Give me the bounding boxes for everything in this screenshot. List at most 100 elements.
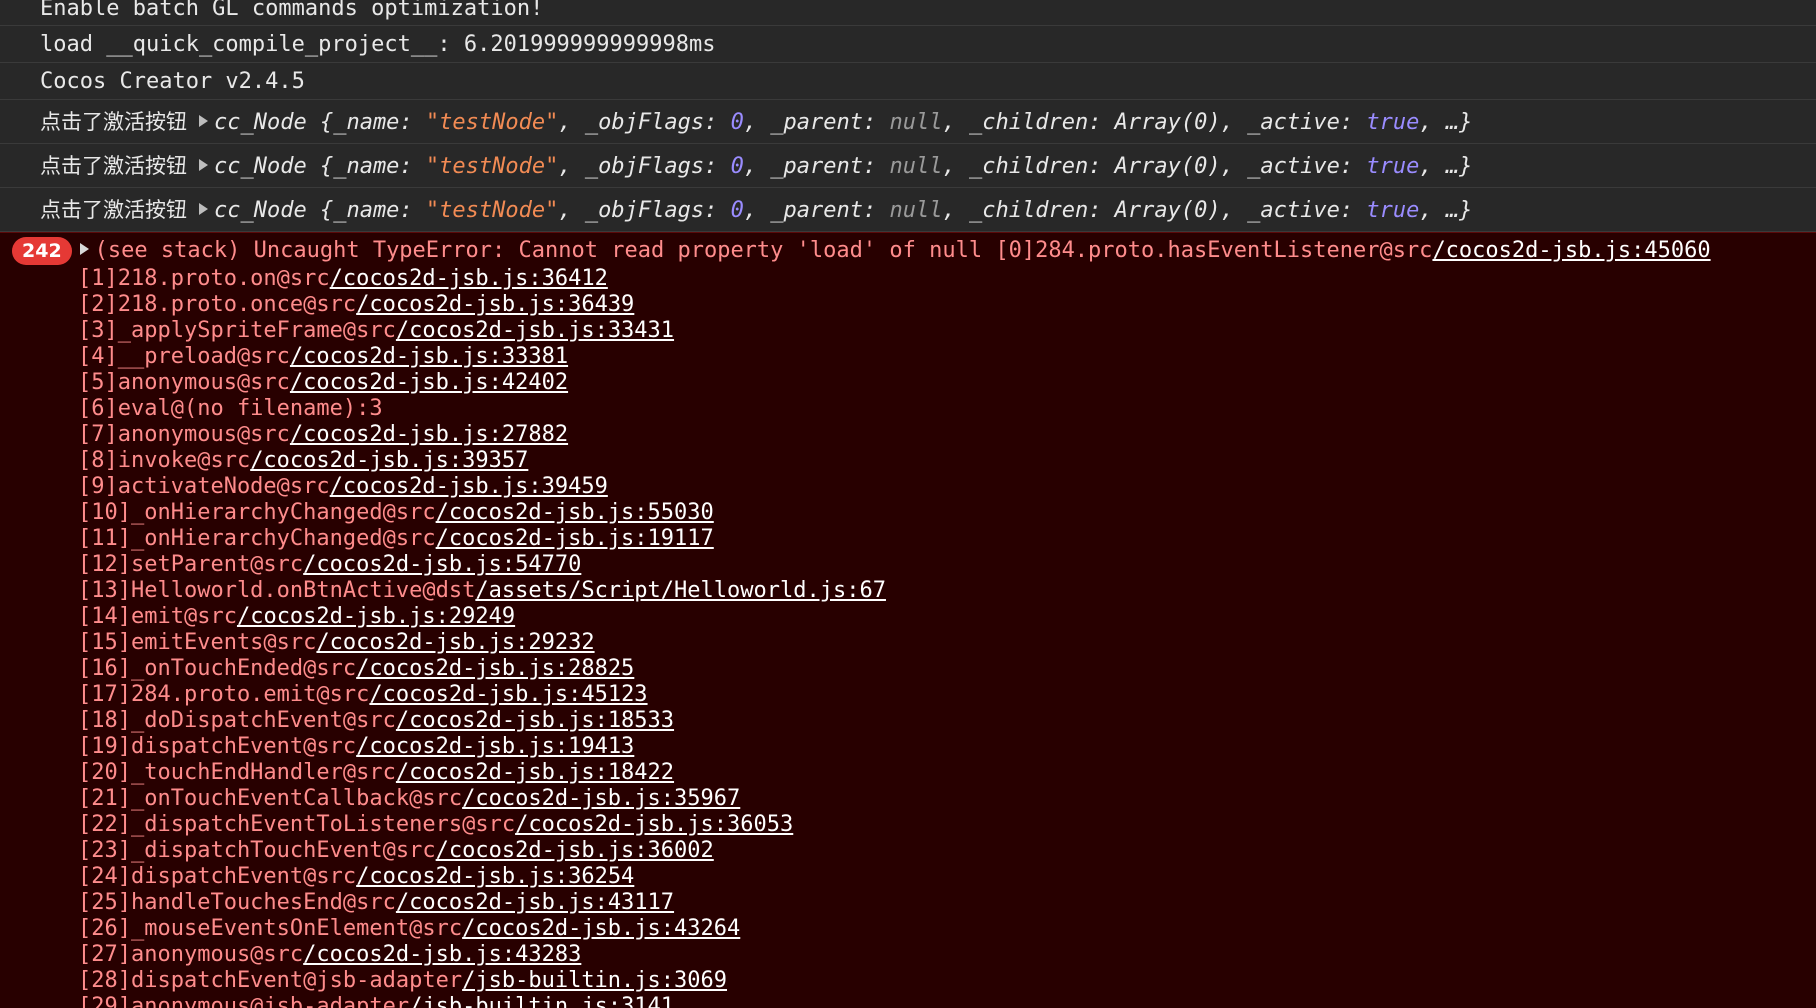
frame-function: [1]218.proto.on@src <box>78 266 330 291</box>
frame-function: [23]_dispatchTouchEvent@src <box>78 838 436 863</box>
expand-triangle-icon[interactable] <box>199 159 208 171</box>
frame-function: [20]_touchEndHandler@src <box>78 760 396 785</box>
console-log-list: Enable batch GL commands optimization! l… <box>0 0 1816 232</box>
source-link[interactable]: /cocos2d-jsb.js:55030 <box>436 500 714 525</box>
console-error-entry[interactable]: 242 (see stack) Uncaught TypeError: Canno… <box>0 232 1816 1008</box>
source-link[interactable]: /cocos2d-jsb.js:39357 <box>250 448 528 473</box>
stack-frame: [24]dispatchEvent@src/cocos2d-jsb.js:362… <box>78 864 1816 890</box>
source-link[interactable]: /cocos2d-jsb.js:36053 <box>515 812 793 837</box>
frame-function: [17]284.proto.emit@src <box>78 682 370 707</box>
stack-frame: [21]_onTouchEventCallback@src/cocos2d-js… <box>78 786 1816 812</box>
source-link[interactable]: /cocos2d-jsb.js:19117 <box>436 526 714 551</box>
source-link[interactable]: /cocos2d-jsb.js:36439 <box>356 292 634 317</box>
frame-function: [9]activateNode@src <box>78 474 330 499</box>
console-log-row-object[interactable]: 点击了激活按钮 cc_Node {_name: "testNode", _objF… <box>0 144 1816 188</box>
stack-frame: [18]_doDispatchEvent@src/cocos2d-jsb.js:… <box>78 708 1816 734</box>
source-link[interactable]: /cocos2d-jsb.js:29232 <box>316 630 594 655</box>
console-log-row[interactable]: load __quick_compile_project__: 6.201999… <box>0 26 1816 63</box>
source-link[interactable]: /jsb-builtin.js:3069 <box>462 968 727 993</box>
source-link[interactable]: /cocos2d-jsb.js:19413 <box>356 734 634 759</box>
frame-function: [6]eval@(no filename):3 <box>78 396 383 421</box>
stack-frame: [4]__preload@src/cocos2d-jsb.js:33381 <box>78 344 1816 370</box>
object-preview[interactable]: cc_Node {_name: "testNode", _objFlags: 0… <box>214 110 1472 135</box>
source-link[interactable]: /cocos2d-jsb.js:39459 <box>330 474 608 499</box>
devtools-console: Enable batch GL commands optimization! l… <box>0 0 1816 1008</box>
frame-function: [21]_onTouchEventCallback@src <box>78 786 463 811</box>
source-link[interactable]: /cocos2d-jsb.js:18422 <box>396 760 674 785</box>
source-link[interactable]: /cocos2d-jsb.js:33381 <box>290 344 568 369</box>
stack-frame: [15]emitEvents@src/cocos2d-jsb.js:29232 <box>78 630 1816 656</box>
source-link[interactable]: /cocos2d-jsb.js:28825 <box>356 656 634 681</box>
frame-function: [5]anonymous@src <box>78 370 290 395</box>
stack-frame: [6]eval@(no filename):3 <box>78 396 1816 422</box>
log-prefix: 点击了激活按钮 <box>40 110 187 134</box>
stack-frame: [1]218.proto.on@src/cocos2d-jsb.js:36412 <box>78 266 1816 292</box>
frame-function: [14]emit@src <box>78 604 237 629</box>
source-link[interactable]: /cocos2d-jsb.js:36002 <box>436 838 714 863</box>
source-link[interactable]: /cocos2d-jsb.js:42402 <box>290 370 568 395</box>
stack-frame: [26]_mouseEventsOnElement@src/cocos2d-js… <box>78 916 1816 942</box>
frame-function: [26]_mouseEventsOnElement@src <box>78 916 463 941</box>
source-link[interactable]: /cocos2d-jsb.js:36254 <box>356 864 634 889</box>
expand-triangle-icon[interactable] <box>199 115 208 127</box>
object-preview[interactable]: cc_Node {_name: "testNode", _objFlags: 0… <box>214 198 1472 223</box>
stack-frame: [13]Helloworld.onBtnActive@dst/assets/Sc… <box>78 578 1816 604</box>
frame-function: [4]__preload@src <box>78 344 290 369</box>
source-link[interactable]: /cocos2d-jsb.js:18533 <box>396 708 674 733</box>
source-link[interactable]: /cocos2d-jsb.js:36412 <box>330 266 608 291</box>
frame-function: [10]_onHierarchyChanged@src <box>78 500 436 525</box>
stack-frame: [16]_onTouchEnded@src/cocos2d-jsb.js:288… <box>78 656 1816 682</box>
frame-function: [12]setParent@src <box>78 552 304 577</box>
stack-frame: [28]dispatchEvent@jsb-adapter/jsb-builti… <box>78 968 1816 994</box>
error-count-badge: 242 <box>12 237 72 265</box>
stack-frame: [10]_onHierarchyChanged@src/cocos2d-jsb.… <box>78 500 1816 526</box>
source-link[interactable]: /cocos2d-jsb.js:27882 <box>290 422 568 447</box>
frame-function: [15]emitEvents@src <box>78 630 317 655</box>
frame-function: [25]handleTouchesEnd@src <box>78 890 396 915</box>
frame-function: [29]anonymous@jsb-adapter <box>78 994 410 1008</box>
source-link[interactable]: /cocos2d-jsb.js:33431 <box>396 318 674 343</box>
frame-function: [3]_applySpriteFrame@src <box>78 318 396 343</box>
expand-triangle-icon[interactable] <box>79 243 89 255</box>
frame-function: [11]_onHierarchyChanged@src <box>78 526 436 551</box>
frame-function: [19]dispatchEvent@src <box>78 734 357 759</box>
stack-frame: [27]anonymous@src/cocos2d-jsb.js:43283 <box>78 942 1816 968</box>
stack-frame: [25]handleTouchesEnd@src/cocos2d-jsb.js:… <box>78 890 1816 916</box>
stack-frame: [19]dispatchEvent@src/cocos2d-jsb.js:194… <box>78 734 1816 760</box>
stack-frame: [23]_dispatchTouchEvent@src/cocos2d-jsb.… <box>78 838 1816 864</box>
source-link[interactable]: /cocos2d-jsb.js:43117 <box>396 890 674 915</box>
log-message: Enable batch GL commands optimization! <box>40 0 544 21</box>
stack-frame: [2]218.proto.once@src/cocos2d-jsb.js:364… <box>78 292 1816 318</box>
error-message: (see stack) Uncaught TypeError: Cannot r… <box>94 238 1433 263</box>
console-log-row-object[interactable]: 点击了激活按钮 cc_Node {_name: "testNode", _objF… <box>0 100 1816 144</box>
frame-function: [28]dispatchEvent@jsb-adapter <box>78 968 463 993</box>
frame-function: [24]dispatchEvent@src <box>78 864 357 889</box>
stack-frame: [14]emit@src/cocos2d-jsb.js:29249 <box>78 604 1816 630</box>
error-header[interactable]: 242 (see stack) Uncaught TypeError: Canno… <box>0 236 1816 266</box>
source-link[interactable]: /jsb-builtin.js:3141 <box>409 994 674 1008</box>
console-log-row[interactable]: Cocos Creator v2.4.5 <box>0 63 1816 100</box>
frame-function: [22]_dispatchEventToListeners@src <box>78 812 516 837</box>
stack-frame: [9]activateNode@src/cocos2d-jsb.js:39459 <box>78 474 1816 500</box>
frame-function: [13]Helloworld.onBtnActive@dst <box>78 578 476 603</box>
stack-frame: [3]_applySpriteFrame@src/cocos2d-jsb.js:… <box>78 318 1816 344</box>
source-link[interactable]: /cocos2d-jsb.js:43264 <box>462 916 740 941</box>
expand-triangle-icon[interactable] <box>199 203 208 215</box>
source-link[interactable]: /cocos2d-jsb.js:35967 <box>462 786 740 811</box>
source-link[interactable]: /cocos2d-jsb.js:54770 <box>303 552 581 577</box>
stack-frame: [5]anonymous@src/cocos2d-jsb.js:42402 <box>78 370 1816 396</box>
log-prefix: 点击了激活按钮 <box>40 154 187 178</box>
source-link[interactable]: /cocos2d-jsb.js:43283 <box>303 942 581 967</box>
frame-function: [18]_doDispatchEvent@src <box>78 708 396 733</box>
log-prefix: 点击了激活按钮 <box>40 198 187 222</box>
source-link[interactable]: /assets/Script/Helloworld.js:67 <box>475 578 886 603</box>
source-link[interactable]: /cocos2d-jsb.js:29249 <box>237 604 515 629</box>
stack-frame: [12]setParent@src/cocos2d-jsb.js:54770 <box>78 552 1816 578</box>
stack-frame: [22]_dispatchEventToListeners@src/cocos2… <box>78 812 1816 838</box>
object-preview[interactable]: cc_Node {_name: "testNode", _objFlags: 0… <box>214 154 1472 179</box>
source-link[interactable]: /cocos2d-jsb.js:45060 <box>1432 238 1710 263</box>
console-log-row[interactable]: Enable batch GL commands optimization! <box>0 0 1816 26</box>
stack-frame: [17]284.proto.emit@src/cocos2d-jsb.js:45… <box>78 682 1816 708</box>
source-link[interactable]: /cocos2d-jsb.js:45123 <box>369 682 647 707</box>
console-log-row-object[interactable]: 点击了激活按钮 cc_Node {_name: "testNode", _objF… <box>0 188 1816 232</box>
